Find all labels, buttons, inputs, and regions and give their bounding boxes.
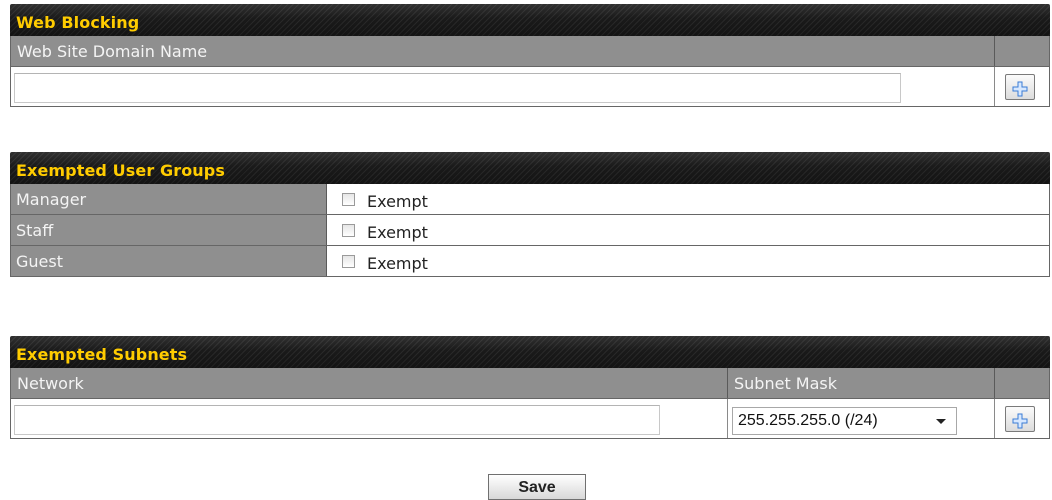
- web-blocking-column-header-row: Web Site Domain Name: [10, 36, 1050, 67]
- column-divider: [994, 67, 995, 106]
- plus-icon: [1012, 81, 1028, 97]
- column-divider: [994, 399, 995, 438]
- exempt-checkbox-manager[interactable]: Exempt: [342, 184, 428, 214]
- checkbox[interactable]: [342, 255, 355, 268]
- column-divider: [994, 36, 995, 66]
- user-group-label: Manager: [11, 184, 327, 214]
- exempted-user-groups-title: Exempted User Groups: [10, 152, 1050, 184]
- user-group-label: Guest: [11, 246, 327, 276]
- network-column-header: Network: [17, 374, 84, 393]
- web-blocking-section: Web Blocking Web Site Domain Name: [10, 4, 1050, 107]
- dropdown-arrow-icon: [936, 419, 946, 424]
- column-divider: [994, 368, 995, 398]
- plus-icon: [1012, 413, 1028, 429]
- exempt-label: Exempt: [367, 191, 428, 211]
- web-blocking-title: Web Blocking: [10, 4, 1050, 36]
- subnets-column-header-row: Network Subnet Mask: [10, 368, 1050, 399]
- user-group-label: Staff: [11, 215, 327, 245]
- exempted-user-groups-section: Exempted User Groups Manager Exempt Staf…: [10, 152, 1050, 277]
- subnet-mask-selected-value: 255.255.255.0 (/24): [738, 412, 878, 429]
- exempt-checkbox-staff[interactable]: Exempt: [342, 215, 428, 245]
- subnets-input-row: 255.255.255.0 (/24): [10, 399, 1050, 439]
- subnet-mask-select[interactable]: 255.255.255.0 (/24): [732, 407, 957, 435]
- checkbox[interactable]: [342, 193, 355, 206]
- add-subnet-button[interactable]: [1005, 406, 1035, 432]
- column-divider: [727, 399, 728, 438]
- user-group-row-guest: Guest Exempt: [10, 246, 1050, 277]
- exempt-label: Exempt: [367, 253, 428, 273]
- network-input[interactable]: [14, 405, 660, 435]
- user-group-row-manager: Manager Exempt: [10, 184, 1050, 215]
- domain-name-column-header: Web Site Domain Name: [17, 42, 208, 61]
- save-button[interactable]: Save: [488, 474, 586, 500]
- add-domain-button[interactable]: [1005, 74, 1035, 100]
- exempt-checkbox-guest[interactable]: Exempt: [342, 246, 428, 276]
- user-group-row-staff: Staff Exempt: [10, 215, 1050, 246]
- exempt-label: Exempt: [367, 222, 428, 242]
- domain-name-input[interactable]: [14, 73, 901, 103]
- exempted-subnets-title: Exempted Subnets: [10, 336, 1050, 368]
- exempted-subnets-section: Exempted Subnets Network Subnet Mask 255…: [10, 336, 1050, 439]
- subnet-mask-column-header: Subnet Mask: [734, 374, 838, 393]
- web-blocking-input-row: [10, 67, 1050, 107]
- checkbox[interactable]: [342, 224, 355, 237]
